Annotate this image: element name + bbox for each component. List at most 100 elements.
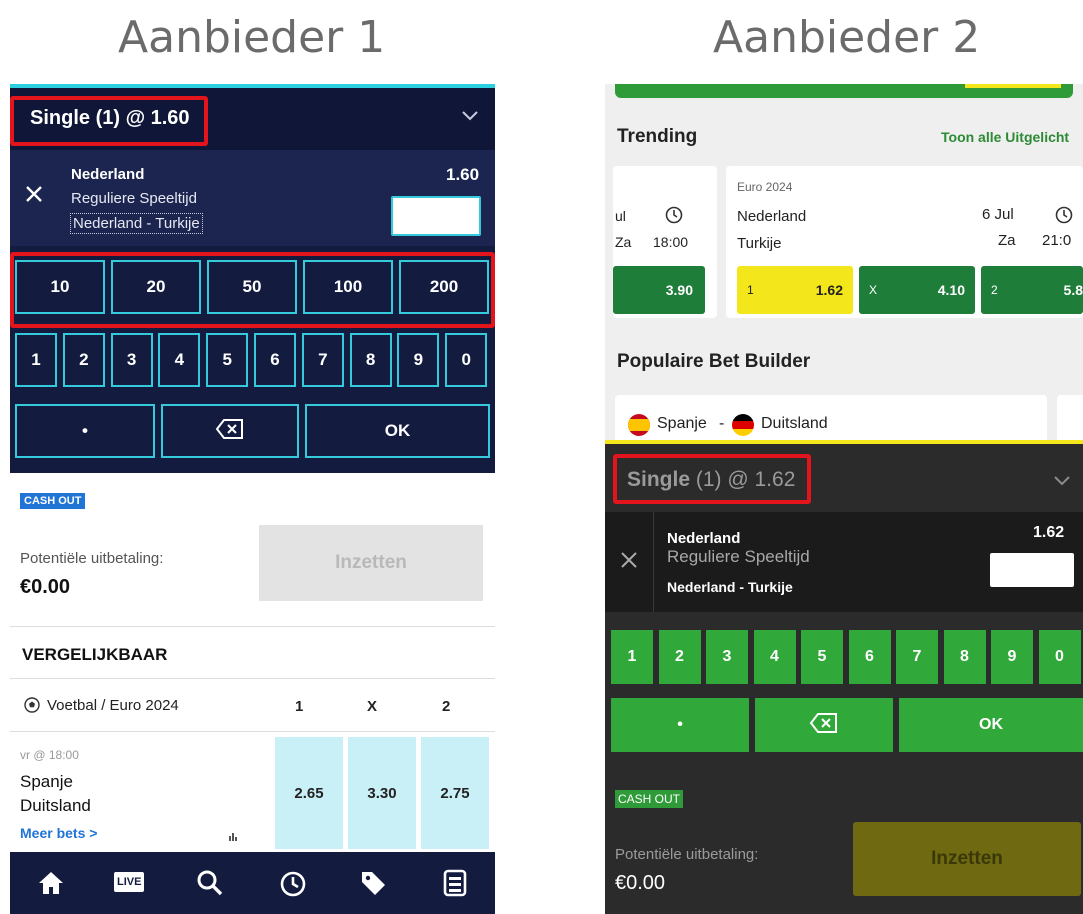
keypad-digit-button[interactable]: 9 <box>991 630 1033 684</box>
keypad-digit-button[interactable]: 4 <box>158 333 201 387</box>
payout-label: Potentiële uitbetaling: <box>615 846 759 863</box>
odds-label: 1 <box>747 283 754 297</box>
card-time: 21:0 <box>1042 232 1072 249</box>
chevron-down-icon[interactable] <box>461 106 479 127</box>
live-icon[interactable]: LIVE <box>114 872 145 892</box>
provider-2-screen: Trending Toon alle Uitgelicht ul Za 18:0… <box>605 84 1083 914</box>
keypad-digit-button[interactable]: 6 <box>848 630 891 684</box>
chevron-down-icon[interactable] <box>1053 474 1071 492</box>
odds-button[interactable]: 2.65 <box>275 737 343 849</box>
match-home: Spanje <box>20 772 73 791</box>
keypad-backspace-button[interactable] <box>755 698 893 752</box>
odds-button[interactable]: 3.90 <box>613 266 705 314</box>
builder-home: Spanje <box>657 415 707 432</box>
divider <box>10 731 495 732</box>
league-label: Voetbal / Euro 2024 <box>47 697 179 714</box>
stats-icon[interactable] <box>228 828 238 846</box>
selection-divider <box>653 512 654 612</box>
keypad-digit-button[interactable]: 7 <box>896 630 938 684</box>
odds-value: 1.62 <box>815 282 843 298</box>
backspace-icon <box>215 418 245 445</box>
keypad-digit-button[interactable]: 5 <box>206 333 249 387</box>
timer-icon <box>665 206 683 229</box>
odds-button[interactable]: 2.75 <box>421 737 489 849</box>
column-header-x: X <box>367 698 378 715</box>
keypad-digit-button[interactable]: 9 <box>397 333 440 387</box>
keypad-digit-button[interactable]: 5 <box>801 630 843 684</box>
stake-input[interactable] <box>990 553 1074 587</box>
odds-button-1-selected[interactable]: 1 1.62 <box>737 266 853 314</box>
keypad-digit-button[interactable]: 3 <box>110 333 153 387</box>
heading-aanbieder-1: Aanbieder 1 <box>118 12 386 63</box>
more-bets-link[interactable]: Meer bets > <box>20 825 97 841</box>
odds-button-2[interactable]: 2 5.8 <box>981 266 1083 314</box>
keypad-digit-button[interactable]: 0 <box>445 333 488 387</box>
stake-button[interactable]: Inzetten <box>259 525 483 601</box>
clock-icon[interactable] <box>279 870 307 903</box>
home-icon[interactable] <box>37 870 65 901</box>
odds-value: 5.8 <box>1063 282 1083 298</box>
banner-button[interactable] <box>965 84 1061 88</box>
trending-link[interactable]: Toon alle Uitgelicht <box>941 129 1069 145</box>
selection-team: Nederland <box>667 530 741 547</box>
odds-button[interactable]: 3.30 <box>348 737 416 849</box>
search-icon[interactable] <box>196 869 224 902</box>
divider <box>10 678 495 679</box>
payout-value: €0.00 <box>20 576 71 598</box>
match-time: vr @ 18:00 <box>20 748 79 762</box>
card-time: 18:00 <box>653 234 689 250</box>
keypad-digit-button[interactable]: 7 <box>301 333 344 387</box>
payout-label: Potentiële uitbetaling: <box>20 550 164 567</box>
keypad-digit-button[interactable]: 3 <box>706 630 748 684</box>
keypad-digit-button[interactable]: 2 <box>62 333 105 387</box>
tag-icon[interactable] <box>359 869 387 902</box>
keypad-digit-button[interactable]: 6 <box>254 333 296 387</box>
betslip-icon[interactable] <box>443 869 467 902</box>
germany-flag-icon <box>731 413 755 442</box>
section-title: VERGELIJKBAAR <box>22 645 168 664</box>
promo-banner[interactable] <box>615 84 1073 98</box>
selection-market: Reguliere Speeltijd <box>71 190 197 207</box>
keypad-ok-button[interactable]: OK <box>305 404 490 458</box>
card-away: Turkije <box>737 235 782 252</box>
odds-button-x[interactable]: X 4.10 <box>859 266 975 314</box>
keypad-decimal-button[interactable]: • <box>15 404 155 458</box>
trending-title: Trending <box>617 126 698 147</box>
stake-input[interactable] <box>391 196 481 236</box>
cash-out-badge: CASH OUT <box>615 790 684 808</box>
selection-match: Nederland - Turkije <box>70 213 203 234</box>
builder-away: Duitsland <box>761 415 828 432</box>
football-icon <box>24 697 40 718</box>
close-icon[interactable] <box>620 551 638 574</box>
keypad-decimal-button[interactable]: • <box>611 698 749 752</box>
match-away: Duitsland <box>20 796 91 815</box>
selection-odds: 1.62 <box>1033 524 1065 541</box>
timer-icon <box>1055 206 1073 229</box>
keypad-digit-button[interactable]: 1 <box>611 630 653 684</box>
keypad-digit-button[interactable]: 8 <box>349 333 392 387</box>
bottom-navigation: LIVE <box>10 852 495 914</box>
provider-1-screen: Single (1) @ 1.60 Nederland Reguliere Sp… <box>10 84 495 914</box>
card-day: Za <box>998 232 1016 249</box>
card-date: 6 Jul <box>982 206 1014 223</box>
heading-aanbieder-2: Aanbieder 2 <box>713 12 981 63</box>
highlight-box-quick-stakes <box>10 252 495 328</box>
card-league: Euro 2024 <box>737 180 793 194</box>
odds-value: 4.10 <box>937 282 965 298</box>
keypad-digit-button[interactable]: 4 <box>753 630 796 684</box>
stake-button[interactable]: Inzetten <box>853 822 1081 896</box>
keypad-digit-button[interactable]: 0 <box>1038 630 1081 684</box>
keypad-digit-button[interactable]: 2 <box>658 630 701 684</box>
bet-builder-title: Populaire Bet Builder <box>617 351 811 372</box>
odds-label: 2 <box>991 283 998 297</box>
keypad-ok-button[interactable]: OK <box>899 698 1083 752</box>
keypad-digit-button[interactable]: 1 <box>15 333 57 387</box>
keypad-backspace-button[interactable] <box>161 404 299 458</box>
card-home: Nederland <box>737 208 807 225</box>
odds-label: X <box>869 283 878 297</box>
keypad-digit-button[interactable]: 8 <box>943 630 986 684</box>
column-header-1: 1 <box>295 698 304 715</box>
close-icon[interactable] <box>24 184 44 209</box>
highlight-box-slip-title <box>613 454 811 504</box>
selection-market: Reguliere Speeltijd <box>667 547 810 566</box>
